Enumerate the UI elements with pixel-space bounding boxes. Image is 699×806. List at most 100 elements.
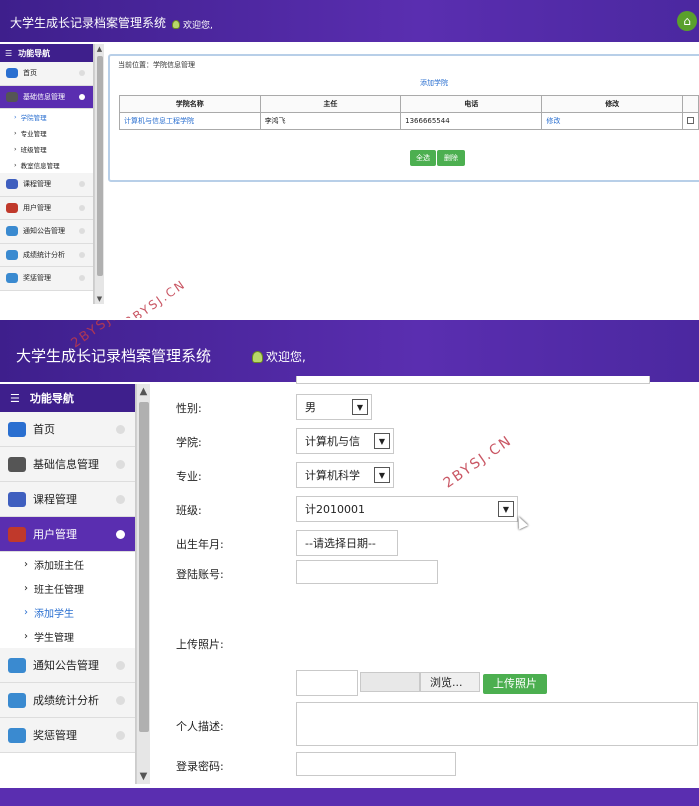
user-icon bbox=[252, 350, 263, 363]
sidebar-item-label: 首页 bbox=[33, 423, 55, 436]
account-input[interactable] bbox=[296, 560, 438, 584]
chevron-right-icon bbox=[79, 228, 85, 235]
browse-button[interactable]: 浏览... bbox=[420, 672, 480, 692]
major-select[interactable]: 计算机科学 ▼ bbox=[296, 462, 394, 488]
cell-college-name[interactable]: 计算机与信息工程学院 bbox=[119, 112, 261, 130]
chevron-right-icon bbox=[116, 730, 125, 740]
sidebar-sub-item[interactable]: › 学生管理 bbox=[0, 624, 135, 648]
file-path-input[interactable] bbox=[360, 672, 420, 692]
chevron-right-icon: › bbox=[14, 145, 17, 153]
sidebar-item-label: 成绩统计分析 bbox=[33, 694, 99, 707]
chevron-down-icon bbox=[116, 529, 125, 539]
cell-select[interactable] bbox=[681, 112, 699, 130]
sidebar-sub-item-label: 班级管理 bbox=[20, 146, 47, 154]
welcome-label: 欢迎您, bbox=[183, 21, 213, 31]
sidebar-item[interactable]: 基础信息管理 bbox=[0, 447, 135, 482]
table-header-row: 学院名称 主任 电话 修改 bbox=[119, 95, 699, 113]
sidebar-item[interactable]: 基础信息管理 bbox=[0, 85, 93, 109]
gears-icon bbox=[8, 727, 26, 743]
college-table: 学院名称 主任 电话 修改 计算机与信息工程学院 李鸿飞 1366665544 … bbox=[119, 95, 699, 130]
row-checkbox[interactable] bbox=[686, 116, 694, 124]
scroll-up-icon[interactable]: ▲ bbox=[137, 386, 150, 397]
scroll-thumb[interactable] bbox=[139, 402, 149, 732]
scroll-thumb[interactable] bbox=[97, 56, 103, 276]
add-college-link[interactable]: 添加学院 bbox=[420, 78, 448, 88]
delete-button[interactable]: 删除 bbox=[437, 150, 465, 166]
gender-select[interactable]: 男 ▼ bbox=[296, 394, 372, 420]
sidebar-item[interactable]: 课程管理 bbox=[0, 482, 135, 517]
college-select[interactable]: 计算机与信 ▼ bbox=[296, 428, 394, 454]
sidebar-sub-item[interactable]: › 添加班主任 bbox=[0, 552, 135, 576]
class-select[interactable]: 计2010001 ▼ bbox=[296, 496, 518, 522]
birth-date-picker[interactable]: --请选择日期-- bbox=[296, 530, 398, 556]
sidebar-sub-item[interactable]: › 学院管理 bbox=[0, 109, 93, 125]
sidebar-item-label: 通知公告管理 bbox=[33, 659, 99, 672]
chevron-right-icon bbox=[79, 251, 85, 258]
chevron-down-icon: ▼ bbox=[352, 399, 368, 415]
college-name-link[interactable]: 计算机与信息工程学院 bbox=[124, 117, 194, 125]
sidebar-scrollbar[interactable]: ▲ ▼ bbox=[136, 384, 150, 784]
college-value: 计算机与信 bbox=[305, 435, 360, 448]
description-label: 个人描述: bbox=[176, 720, 224, 733]
password-input[interactable] bbox=[296, 752, 456, 776]
monitor-icon bbox=[6, 68, 18, 79]
cell-edit[interactable]: 修改 bbox=[541, 112, 683, 130]
sidebar-item[interactable]: 首页 bbox=[0, 62, 93, 86]
scroll-up-icon[interactable]: ▲ bbox=[95, 45, 104, 53]
globe-icon bbox=[6, 179, 18, 190]
sidebar-item[interactable]: 通知公告管理 bbox=[0, 648, 135, 683]
chevron-right-icon bbox=[79, 204, 85, 211]
sidebar-item-label: 用户管理 bbox=[33, 528, 77, 541]
printer-icon bbox=[6, 91, 18, 102]
sidebar-item-label: 奖惩管理 bbox=[23, 274, 51, 283]
sidebar-item[interactable]: 成绩统计分析 bbox=[0, 243, 93, 267]
chevron-right-icon bbox=[116, 424, 125, 434]
user-icon bbox=[172, 20, 180, 29]
description-textarea[interactable] bbox=[296, 702, 698, 746]
sidebar-item[interactable]: 通知公告管理 bbox=[0, 220, 93, 244]
scroll-down-icon[interactable]: ▼ bbox=[137, 771, 150, 782]
sidebar-item[interactable]: 成绩统计分析 bbox=[0, 683, 135, 718]
sidebar-sub-item[interactable]: › 添加学生 bbox=[0, 600, 135, 624]
home-icon[interactable]: ⌂ bbox=[677, 11, 697, 31]
college-label: 学院: bbox=[176, 436, 202, 449]
gears-icon bbox=[6, 249, 18, 260]
edit-link[interactable]: 修改 bbox=[546, 117, 560, 125]
header-bar: 大学生成长记录档案管理系统 欢迎您, ⌂ bbox=[0, 0, 699, 42]
sidebar-item-label: 课程管理 bbox=[23, 180, 51, 189]
add-student-screen: 大学生成长记录档案管理系统 欢迎您, ☰ 功能导航 首页 基础信息管理 课程管理 用户… bbox=[0, 320, 699, 806]
class-label: 班级: bbox=[176, 504, 202, 517]
gears-icon bbox=[6, 273, 18, 284]
sidebar-sub-item[interactable]: › 教室信息管理 bbox=[0, 157, 93, 173]
chevron-right-icon: › bbox=[24, 558, 28, 570]
sidebar-item[interactable]: 课程管理 bbox=[0, 173, 93, 197]
sidebar-item[interactable]: 用户管理 bbox=[0, 517, 135, 552]
sidebar-sub-item[interactable]: › 班级管理 bbox=[0, 141, 93, 157]
cell-phone: 1366665544 bbox=[400, 112, 543, 130]
previous-field[interactable] bbox=[296, 376, 650, 384]
gears-icon bbox=[6, 226, 18, 237]
pdf-icon bbox=[8, 526, 26, 542]
sidebar-item[interactable]: 首页 bbox=[0, 412, 135, 447]
sidebar-sub-item-label: 班主任管理 bbox=[34, 584, 84, 596]
sidebar-sub-item[interactable]: › 班主任管理 bbox=[0, 576, 135, 600]
globe-icon bbox=[8, 491, 26, 507]
printer-icon bbox=[8, 456, 26, 472]
gears-icon bbox=[8, 657, 26, 673]
welcome-text: 欢迎您, bbox=[172, 18, 213, 31]
scroll-down-icon[interactable]: ▼ bbox=[95, 295, 104, 303]
major-label: 专业: bbox=[176, 470, 202, 483]
sidebar-item[interactable]: 奖惩管理 bbox=[0, 718, 135, 753]
sidebar-item[interactable]: 用户管理 bbox=[0, 196, 93, 220]
select-all-button[interactable]: 全选 bbox=[410, 150, 436, 166]
nav-header-label: 功能导航 bbox=[29, 392, 74, 405]
chevron-down-icon: ▼ bbox=[374, 467, 390, 483]
sidebar-scrollbar[interactable]: ▲ ▼ bbox=[94, 44, 104, 304]
sidebar-sub-item[interactable]: › 专业管理 bbox=[0, 125, 93, 141]
account-label: 登陆账号: bbox=[176, 568, 224, 581]
sidebar-item[interactable]: 奖惩管理 bbox=[0, 267, 93, 291]
upload-photo-button[interactable]: 上传照片 bbox=[483, 674, 547, 694]
sidebar-sub-item-label: 专业管理 bbox=[20, 130, 47, 138]
table-row: 计算机与信息工程学院 李鸿飞 1366665544 修改 bbox=[119, 112, 699, 130]
col-college-name: 学院名称 bbox=[119, 95, 261, 113]
